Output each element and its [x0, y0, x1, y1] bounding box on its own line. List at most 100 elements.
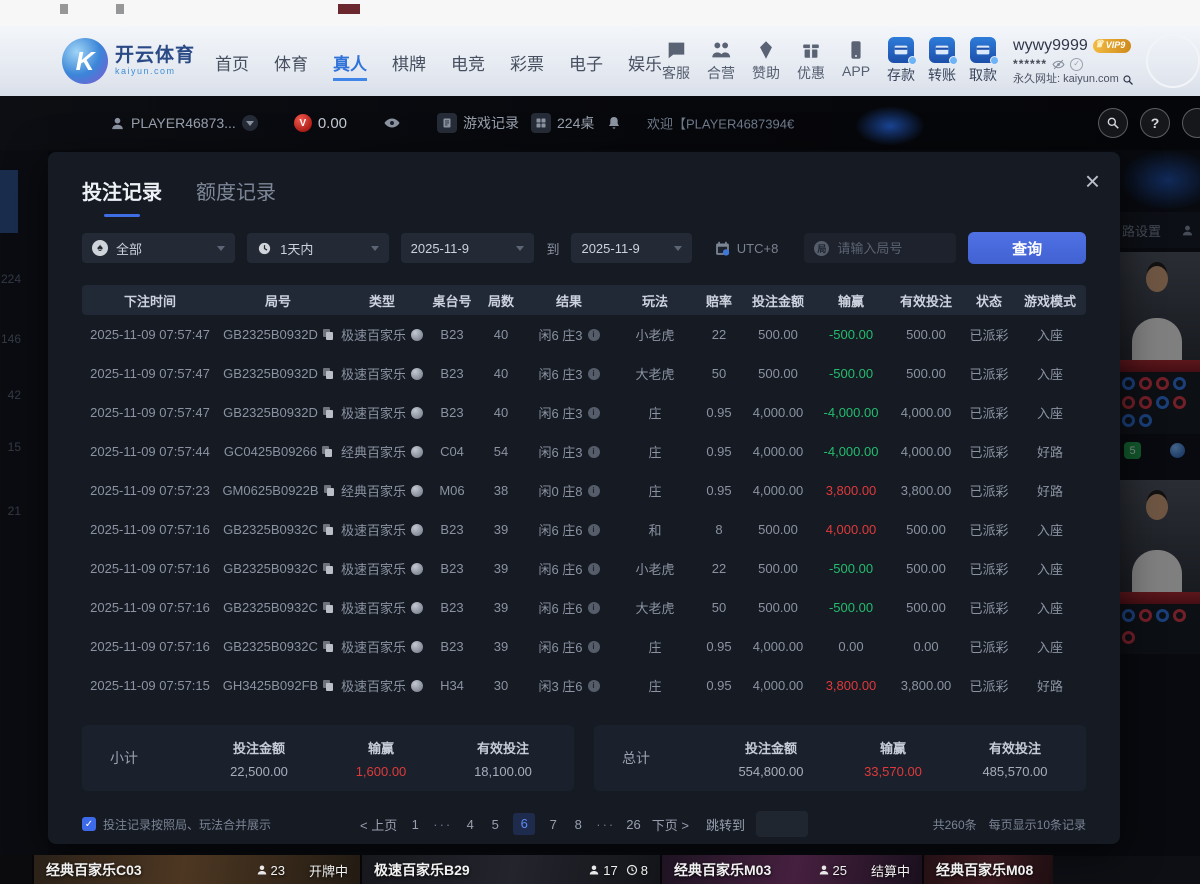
cell-result: 闲6 庄6 [538, 559, 582, 578]
page-button[interactable]: 7 [546, 817, 560, 832]
player-account-menu[interactable]: PLAYER46873... [110, 115, 258, 131]
copy-icon[interactable] [324, 485, 334, 496]
round-input[interactable] [837, 241, 946, 256]
info-icon[interactable]: i [588, 368, 600, 380]
info-icon[interactable]: i [588, 680, 600, 692]
cell-round-id: GB2325B0932C [223, 639, 318, 654]
game-records-button[interactable]: 游戏记录 [437, 113, 519, 133]
nav-item[interactable]: 真人 [333, 42, 367, 81]
page-button[interactable]: 4 [463, 817, 477, 832]
info-icon[interactable]: i [588, 524, 600, 536]
info-icon[interactable]: i [588, 563, 600, 575]
live-table-tile[interactable]: 经典百家乐M03 25 结算中 [660, 855, 922, 884]
time-range-select[interactable]: 1天内 [247, 233, 389, 263]
page-button[interactable]: 5 [488, 817, 502, 832]
cell-status: 已派彩 [964, 520, 1014, 539]
timezone-display[interactable]: UTC+8 [714, 240, 779, 257]
nav-item[interactable]: 首页 [215, 42, 249, 81]
cell-game-type: 极速百家乐 [341, 637, 406, 656]
info-icon[interactable]: i [588, 602, 600, 614]
copy-icon[interactable] [323, 680, 333, 691]
wallet-action[interactable]: 转账 [928, 37, 956, 85]
modal-tab[interactable]: 额度记录 [196, 176, 276, 217]
eye-icon[interactable] [383, 114, 401, 132]
countdown-timer: 8 [626, 863, 648, 878]
pagination: < 上页 1 ··· 4 5 6 7 8 ··· 26 [360, 811, 808, 837]
copy-icon[interactable] [323, 407, 333, 418]
cell-game-type: 极速百家乐 [341, 520, 406, 539]
live-table-tile[interactable]: 经典百家乐M08 [922, 855, 1053, 884]
total-label: 总计 [622, 748, 710, 768]
bell-icon[interactable] [606, 115, 622, 131]
magnifier-icon[interactable] [1122, 74, 1134, 86]
info-icon[interactable]: i [588, 446, 600, 458]
table-header-row: 下注时间 局号 类型 桌台号 局数 结果 玩法 赔率 投注金额 [82, 285, 1086, 315]
info-icon[interactable]: i [588, 485, 600, 497]
page-button[interactable]: 6 [513, 813, 535, 835]
date-to-select[interactable]: 2025-11-9 [571, 233, 691, 263]
nav-item[interactable]: 彩票 [510, 42, 544, 81]
live-table-tile[interactable]: 经典百家乐C03 23 开牌中 [32, 855, 360, 884]
category-select[interactable]: ♠ 全部 [82, 233, 235, 263]
total-valid-header: 有效投注 [954, 738, 1076, 757]
copy-icon[interactable] [322, 446, 332, 457]
table-header-cell: 状态 [964, 291, 1014, 310]
copy-icon[interactable] [323, 524, 333, 535]
nav-item[interactable]: 棋牌 [392, 42, 426, 81]
cropped-tile [0, 855, 32, 884]
eye-slash-icon[interactable] [1052, 58, 1065, 71]
balance-display[interactable]: V 0.00 [294, 114, 347, 132]
nav-item[interactable]: 体育 [274, 42, 308, 81]
info-icon[interactable]: i [588, 407, 600, 419]
modal-tab[interactable]: 投注记录 [82, 176, 162, 217]
table-header-cell: 赔率 [696, 291, 742, 310]
search-button[interactable]: 查询 [968, 232, 1086, 264]
cell-game-mode: 入座 [1014, 325, 1086, 344]
merge-checkbox[interactable]: ✓ [82, 817, 96, 831]
jump-page-input[interactable] [756, 811, 808, 837]
brand-logo[interactable]: K 开云体育 kaiyun.com [62, 38, 195, 84]
page-button[interactable]: ··· [433, 817, 452, 832]
copy-icon[interactable] [323, 641, 333, 652]
nav-item[interactable]: 电子 [569, 42, 603, 81]
wallet-action[interactable]: 存款 [887, 37, 915, 85]
page-button[interactable]: < 上页 [360, 815, 397, 834]
page-size-info: 每页显示10条记录 [989, 816, 1086, 833]
date-from-select[interactable]: 2025-11-9 [401, 233, 535, 263]
chevron-down-icon[interactable] [242, 115, 258, 131]
live-table-tile[interactable]: 极速百家乐B29 17 8 [360, 855, 660, 884]
cell-round-count: 40 [478, 327, 524, 342]
header-action[interactable]: 优惠 [797, 39, 825, 83]
header-action[interactable]: 赞助 [752, 39, 780, 83]
copy-icon[interactable] [323, 329, 333, 340]
cell-winloss: -500.00 [814, 327, 888, 342]
info-icon[interactable]: i [588, 329, 600, 341]
header-action[interactable]: 合营 [707, 39, 735, 83]
nav-item[interactable]: 娱乐 [628, 42, 662, 81]
user-info[interactable]: wywy9999 ♛VIP9 ****** ✓ 永久网址: kaiyun.com [1013, 36, 1134, 87]
user-avatar[interactable] [1146, 34, 1200, 88]
header-action[interactable]: 客服 [662, 39, 690, 83]
page-button[interactable]: 下页 > [652, 815, 689, 834]
verified-icon: ✓ [1070, 58, 1083, 71]
copy-icon[interactable] [323, 563, 333, 574]
page-button[interactable]: 8 [571, 817, 585, 832]
copy-icon[interactable] [323, 368, 333, 379]
search-circle-button[interactable] [1098, 108, 1128, 138]
info-icon[interactable]: i [588, 641, 600, 653]
tables-count-button[interactable]: 224桌 [531, 113, 594, 133]
close-icon[interactable]: × [1085, 168, 1100, 194]
header-action[interactable]: APP [842, 39, 870, 83]
page-button[interactable]: 26 [626, 817, 640, 832]
more-button-cut[interactable] [1182, 108, 1200, 138]
copy-icon[interactable] [323, 602, 333, 613]
nav-item[interactable]: 电竞 [451, 42, 485, 81]
wallet-action[interactable]: 取款 [969, 37, 997, 85]
player-id: PLAYER46873... [131, 115, 236, 131]
page-button[interactable]: ··· [596, 817, 615, 832]
cell-odds: 0.95 [696, 483, 742, 498]
cell-status: 已派彩 [964, 481, 1014, 500]
help-button[interactable]: ? [1140, 108, 1170, 138]
round-icon: 局 [814, 241, 829, 256]
page-button[interactable]: 1 [408, 817, 422, 832]
